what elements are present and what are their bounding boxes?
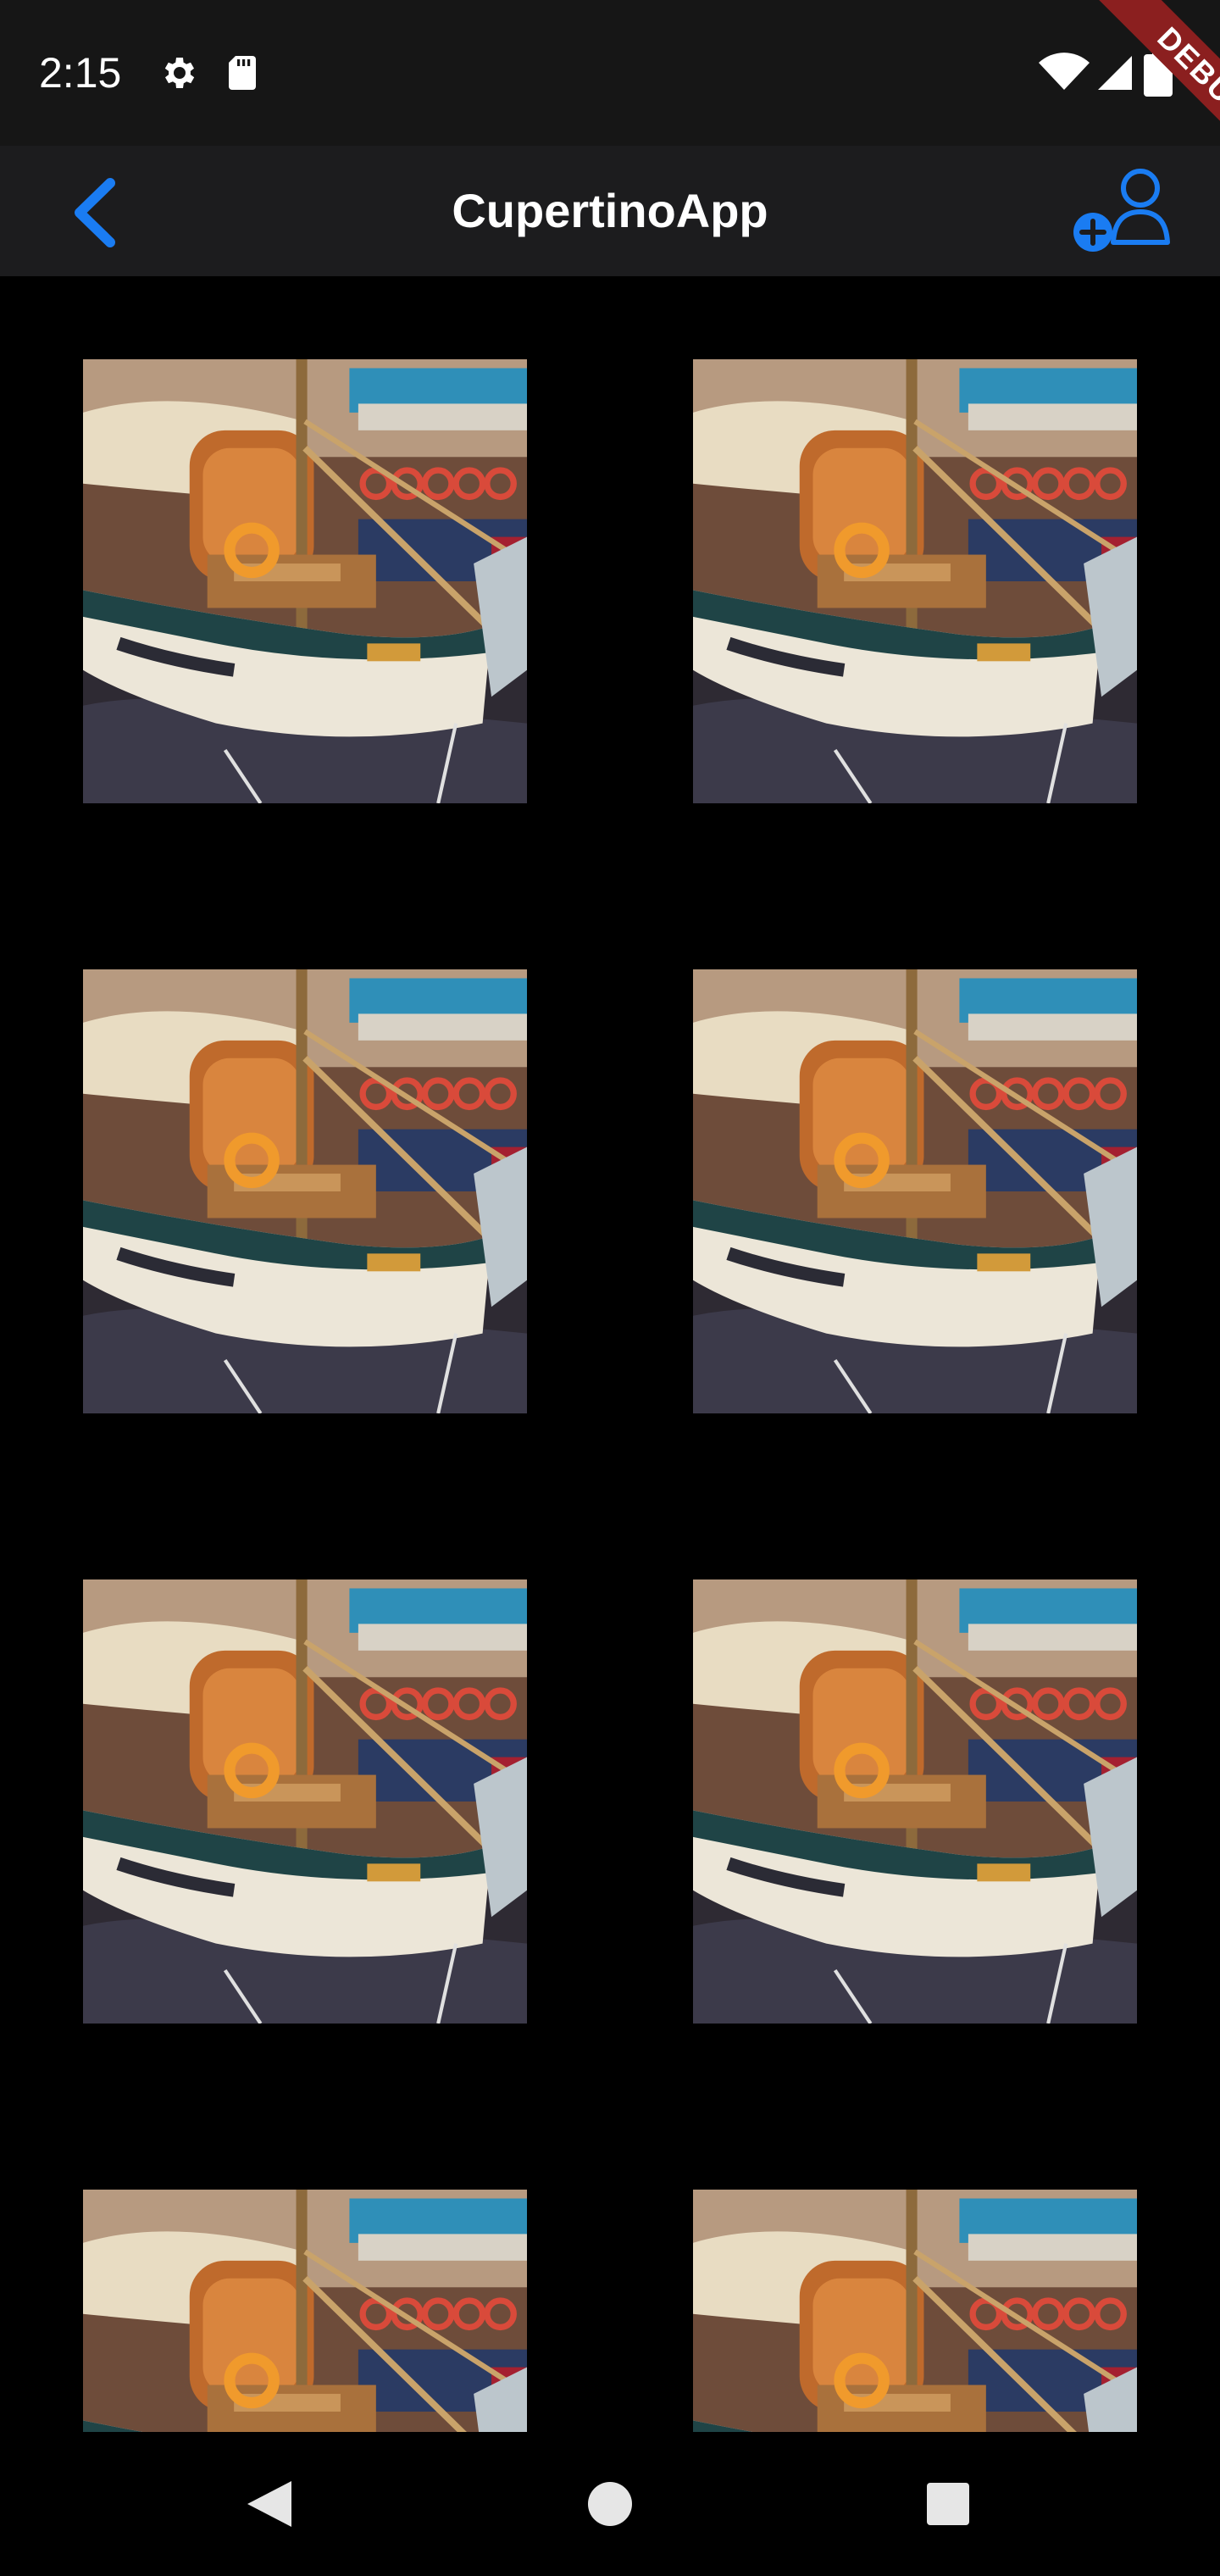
battery-icon	[1144, 49, 1173, 97]
grid-image-tile[interactable]	[693, 2190, 1137, 2432]
home-circle-icon[interactable]	[525, 2432, 695, 2576]
grid-image-tile[interactable]	[83, 1579, 527, 2024]
cell-signal-icon	[1098, 56, 1132, 90]
back-triangle-icon[interactable]	[186, 2432, 356, 2576]
grid-image-tile[interactable]	[693, 359, 1137, 803]
sd-card-icon	[229, 56, 256, 90]
grid-image-tile[interactable]	[83, 969, 527, 1413]
grid-image-tile[interactable]	[83, 2190, 527, 2432]
recents-square-icon[interactable]	[862, 2432, 1032, 2576]
add-user-icon[interactable]	[1071, 164, 1181, 258]
status-time: 2:15	[39, 49, 122, 97]
system-navigation-bar	[0, 2432, 1220, 2576]
status-bar: 2:15	[0, 0, 1220, 146]
navigation-bar: CupertinoApp	[0, 146, 1220, 276]
page-title: CupertinoApp	[452, 184, 768, 237]
grid-image-tile[interactable]	[83, 359, 527, 803]
gear-icon	[164, 58, 195, 88]
image-grid[interactable]	[0, 276, 1220, 2432]
grid-image-tile[interactable]	[693, 969, 1137, 1413]
wifi-icon	[1039, 53, 1090, 90]
grid-image-tile[interactable]	[693, 1579, 1137, 2024]
